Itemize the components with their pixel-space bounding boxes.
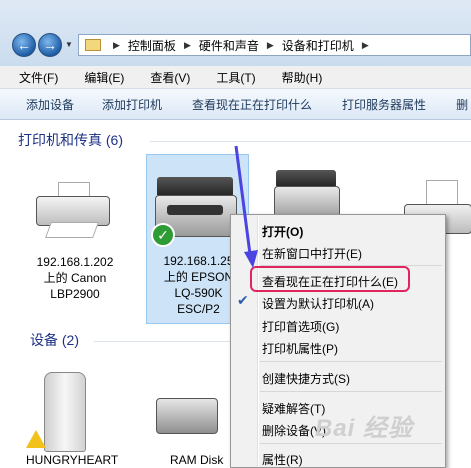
annotation-arrow-icon (234, 145, 258, 268)
watermark-logo: Bai 经验 (315, 415, 414, 442)
